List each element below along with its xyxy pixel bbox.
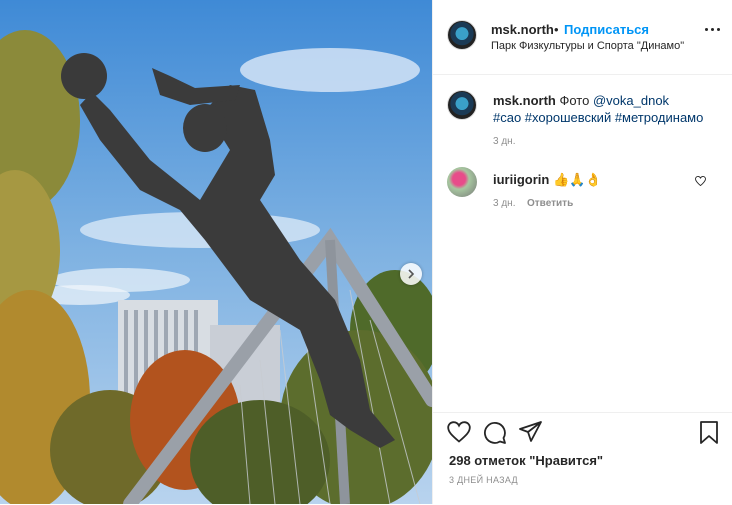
separator-dot: •	[554, 22, 559, 37]
caption-word: Фото	[559, 93, 590, 108]
caption: msk.north Фото @voka_dnok #сао #хорошевс…	[493, 92, 718, 126]
share-icon[interactable]	[519, 421, 543, 443]
post-time[interactable]: 3 ДНЕЙ НАЗАД	[449, 475, 518, 485]
comment-username[interactable]: iuriigorin	[493, 172, 549, 187]
post-panel: msk.north • Подписаться Парк Физкультуры…	[432, 0, 732, 504]
heart-icon[interactable]	[447, 421, 471, 443]
chevron-right-icon	[408, 269, 415, 279]
comment-like-icon[interactable]	[695, 176, 706, 186]
post-actions: 298 отметок "Нравится" 3 ДНЕЙ НАЗАД	[433, 412, 732, 505]
post-header: msk.north • Подписаться Парк Физкультуры…	[433, 0, 732, 75]
caption-avatar[interactable]	[447, 90, 477, 120]
comment-time[interactable]: 3 дн.	[493, 198, 515, 209]
bookmark-icon[interactable]	[699, 421, 719, 445]
reply-button[interactable]: Ответить	[527, 198, 573, 209]
likes-count[interactable]: 298 отметок "Нравится"	[449, 453, 603, 468]
location-link[interactable]: Парк Физкультуры и Спорта "Динамо"	[491, 40, 684, 52]
caption-time[interactable]: 3 дн.	[493, 136, 515, 147]
statue-photo	[0, 0, 432, 504]
caption-mention[interactable]: @voka_dnok	[593, 93, 669, 108]
comment-icon[interactable]	[483, 421, 507, 445]
comment-avatar[interactable]	[447, 167, 477, 197]
more-icon[interactable]	[705, 28, 720, 31]
next-photo-button[interactable]	[400, 263, 422, 285]
caption-username[interactable]: msk.north	[493, 93, 556, 108]
post-photo[interactable]	[0, 0, 432, 504]
comment: iuriigorin 👍🙏👌	[493, 172, 602, 188]
follow-button[interactable]: Подписаться	[564, 22, 649, 37]
caption-hashtags[interactable]: #сао #хорошевский #метродинамо	[493, 110, 703, 125]
comment-text: 👍🙏👌	[552, 172, 602, 187]
avatar[interactable]	[447, 20, 477, 50]
header-username[interactable]: msk.north	[491, 22, 554, 37]
